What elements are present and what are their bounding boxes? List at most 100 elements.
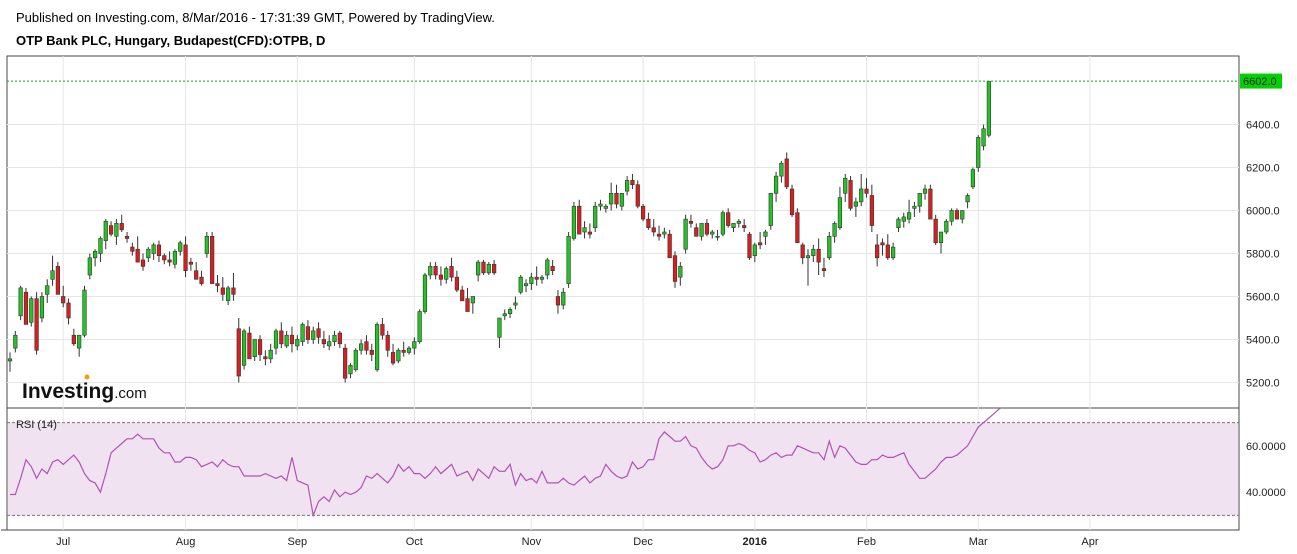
candle-body: [582, 227, 587, 233]
price-tick-label: 5400.0: [1246, 335, 1280, 347]
candle-body: [736, 220, 741, 224]
time-tick-label: Mar: [969, 536, 988, 548]
candle-body: [912, 205, 917, 209]
candle: [374, 322, 380, 372]
candle-body: [954, 210, 960, 220]
candle-body: [263, 356, 268, 360]
candle-body: [784, 158, 789, 188]
candle-body: [758, 242, 763, 246]
candle-body: [406, 347, 412, 353]
candle-body: [523, 283, 529, 287]
rsi-band: [7, 422, 1239, 516]
candle-body: [662, 231, 667, 235]
time-tick-label: 2016: [743, 536, 767, 548]
candle-body: [625, 180, 630, 192]
candle-body: [656, 233, 662, 237]
time-tick-label: Feb: [857, 536, 876, 548]
candle-body: [172, 251, 178, 265]
candle: [986, 81, 991, 138]
candle: [970, 167, 976, 189]
candle-body: [7, 358, 13, 362]
candle-body: [688, 220, 694, 224]
candle-body: [77, 334, 82, 349]
candle-body: [422, 274, 428, 312]
candle-body: [555, 296, 561, 306]
candle-body: [906, 212, 912, 220]
chart-canvas[interactable]: 5200.0 5400.0 5600.0 5800.0 6000.0 6200.0 6400…: [0, 0, 1297, 554]
candle-body: [497, 317, 502, 338]
candle-body: [561, 291, 566, 306]
candle-body: [694, 227, 699, 237]
candle-body: [800, 244, 805, 259]
candle: [396, 348, 401, 364]
candle-body: [922, 188, 928, 194]
candle-body: [869, 195, 874, 226]
candle-body: [672, 255, 678, 282]
candle-body: [970, 169, 976, 188]
candle-body: [609, 193, 614, 205]
candle-body: [93, 251, 98, 259]
candle-body: [428, 266, 433, 276]
candle-body: [619, 193, 624, 207]
candle-body: [156, 244, 162, 256]
candle-body: [194, 270, 199, 280]
candle-body: [779, 162, 784, 177]
rsi-tick-label: 40.0000: [1246, 487, 1286, 499]
candle: [720, 210, 725, 237]
rsi-axis-ticks: 40.0000 60.0000: [1246, 441, 1286, 499]
time-tick-label: Aug: [176, 536, 196, 548]
candle-body: [220, 287, 225, 295]
time-tick-label: Apr: [1081, 536, 1098, 548]
candle-body: [976, 137, 981, 168]
candle-body: [720, 212, 725, 235]
candle-body: [236, 328, 241, 377]
time-axis-ticks: Jul Aug Sep Oct Nov Dec 2016 Feb Mar Apr: [56, 536, 1099, 548]
candle-body: [417, 311, 422, 342]
candle-body: [789, 188, 795, 216]
candle-body: [55, 266, 60, 295]
candle-body: [289, 334, 295, 345]
candle-body: [162, 255, 167, 261]
candle-body: [593, 205, 598, 228]
candle-body: [651, 227, 656, 233]
candle-body: [545, 259, 550, 276]
candle-body: [268, 349, 273, 360]
rsi-tick-label: 60.0000: [1246, 441, 1286, 453]
candle-body: [742, 225, 747, 229]
candle-body: [880, 242, 885, 246]
candle-body: [981, 128, 986, 147]
candle-body: [476, 261, 481, 276]
candle-body: [167, 259, 172, 263]
candle-body: [412, 341, 417, 349]
candle-body: [646, 218, 651, 229]
candle-body: [960, 210, 965, 220]
price-tick-label: 5200.0: [1246, 378, 1280, 390]
candle: [944, 219, 949, 235]
candle-body: [614, 193, 619, 205]
candle-body: [603, 205, 608, 209]
candle: [210, 232, 215, 284]
price-tick-label: 6400.0: [1246, 120, 1280, 132]
candle-body: [146, 248, 151, 259]
candle: [29, 296, 34, 327]
candle-body: [832, 223, 837, 237]
candle-body: [337, 332, 342, 345]
candle-body: [938, 231, 944, 244]
candle: [635, 180, 640, 209]
candle-body: [598, 203, 603, 207]
candle-body: [518, 276, 523, 293]
candle-body: [683, 218, 688, 250]
candle: [683, 214, 688, 254]
candle: [571, 201, 577, 241]
candle-body: [635, 184, 640, 207]
candle: [241, 328, 247, 370]
candle-body: [747, 233, 752, 259]
time-tick-label: Sep: [287, 536, 307, 548]
candle-body: [231, 287, 236, 295]
time-tick-label: Nov: [522, 536, 542, 548]
candle-body: [773, 175, 779, 194]
candle-body: [492, 263, 497, 274]
candle-body: [396, 349, 401, 362]
candle-body: [295, 339, 300, 347]
candle-body: [816, 248, 821, 263]
